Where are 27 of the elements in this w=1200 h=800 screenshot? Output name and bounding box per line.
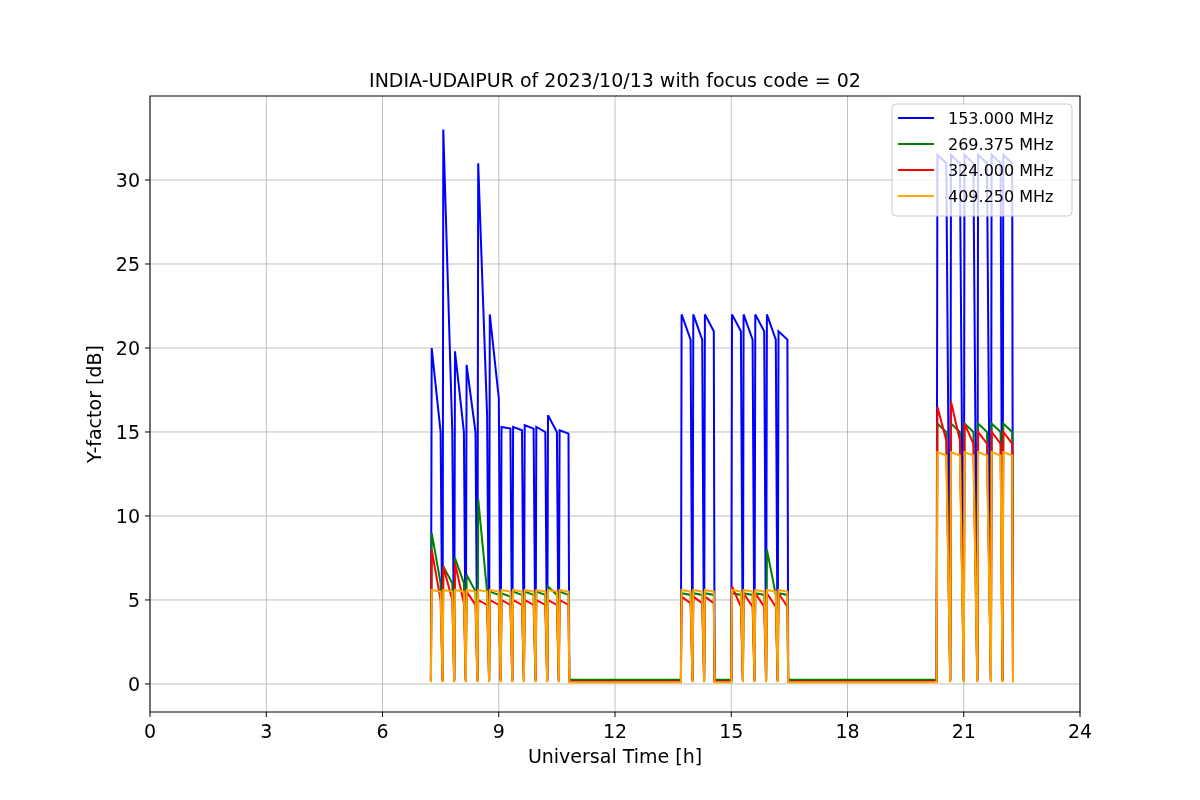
x-tick-label: 21 xyxy=(951,720,976,742)
x-tick-label: 0 xyxy=(143,720,157,742)
x-tick-label: 9 xyxy=(492,720,505,742)
x-tick-label: 12 xyxy=(602,720,628,742)
y-tick-label: 15 xyxy=(115,420,140,443)
y-tick-label: 20 xyxy=(115,337,140,359)
y-tick-label: 30 xyxy=(115,169,140,191)
x-tick-label: 18 xyxy=(835,720,860,742)
legend-label: 153.000 MHz xyxy=(948,109,1054,128)
y-tick-label: 5 xyxy=(127,588,140,611)
x-tick-label: 6 xyxy=(376,720,389,742)
x-tick-label: 3 xyxy=(260,720,273,742)
legend-label: 269.375 MHz xyxy=(948,135,1054,154)
legend-line-icon xyxy=(897,117,935,119)
legend-label: 324.000 MHz xyxy=(948,161,1054,180)
x-axis-label: Universal Time [h] xyxy=(527,745,703,767)
y-tick-label: 0 xyxy=(127,672,140,695)
y-tick-label: 10 xyxy=(115,504,140,527)
legend-line-icon xyxy=(897,169,935,171)
legend-label: 409.250 MHz xyxy=(948,187,1054,206)
x-tick-label: 15 xyxy=(719,720,744,742)
legend-line-icon xyxy=(897,195,935,197)
x-tick-label: 24 xyxy=(1067,720,1093,742)
y-axis-label: Y-factor [dB] xyxy=(83,345,105,463)
legend-line-icon xyxy=(897,143,935,145)
y-tick-label: 25 xyxy=(115,253,140,275)
chart-title: INDIA-UDAIPUR of 2023/10/13 with focus code = 02 xyxy=(369,69,861,91)
